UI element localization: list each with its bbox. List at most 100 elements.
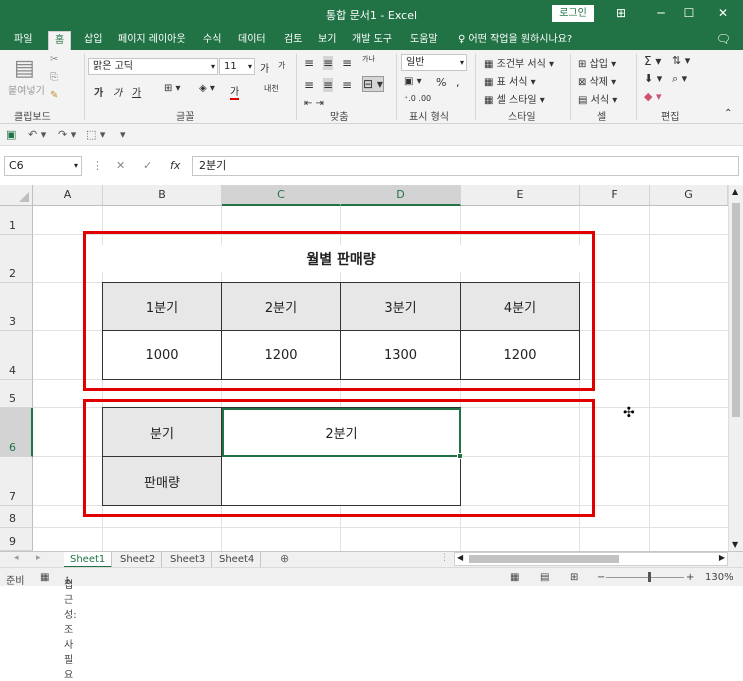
insert-function-button[interactable]: fx <box>170 159 180 172</box>
conditional-format-button[interactable]: ▦ 조건부 서식 ▾ <box>484 55 554 70</box>
undo-icon[interactable]: ↶ ▾ <box>28 128 46 141</box>
zoom-level[interactable]: 130% <box>705 572 734 583</box>
comments-icon[interactable]: 🗨 <box>716 31 731 48</box>
horizontal-scrollbar[interactable]: ◀ ▶ <box>454 552 728 566</box>
scroll-left-icon[interactable]: ◀ <box>457 553 463 562</box>
font-size-select[interactable]: 11 ▾ <box>219 58 255 75</box>
font-color-button[interactable]: 가 <box>230 83 240 100</box>
sort-filter-icon[interactable]: ⇅ ▾ <box>672 54 690 67</box>
sheet-tab-4[interactable]: Sheet4 <box>213 552 262 568</box>
redo-icon[interactable]: ↷ ▾ <box>58 128 76 141</box>
format-cells-button[interactable]: ▤ 서식 ▾ <box>578 91 617 106</box>
scroll-thumb[interactable] <box>732 203 740 417</box>
format-painter-icon[interactable]: ✎ <box>50 90 58 101</box>
scroll-down-icon[interactable]: ▼ <box>732 540 738 549</box>
merge-center-icon[interactable]: ⊟ ▾ <box>362 76 384 92</box>
column-header-c[interactable]: C <box>222 185 341 206</box>
grow-font-button[interactable]: 가 <box>260 60 269 75</box>
zoom-slider-thumb[interactable] <box>648 572 651 582</box>
tab-home[interactable]: 홈 <box>48 31 72 50</box>
column-header-f[interactable]: F <box>580 185 650 206</box>
scroll-up-icon[interactable]: ▲ <box>732 187 738 196</box>
column-header-b[interactable]: B <box>103 185 222 206</box>
zoom-in-icon[interactable]: + <box>686 572 694 583</box>
percent-button[interactable]: % <box>436 76 446 89</box>
add-sheet-icon[interactable]: ⊕ <box>280 552 289 565</box>
indent-icon[interactable]: ⇤ ⇥ <box>304 98 324 109</box>
tab-data[interactable]: 데이터 <box>236 31 268 50</box>
scroll-thumb[interactable] <box>469 555 619 563</box>
tab-file[interactable]: 파일 <box>12 31 34 50</box>
login-button[interactable]: 로그인 <box>552 5 594 22</box>
maximize-button[interactable]: ☐ <box>678 4 700 22</box>
cut-icon[interactable]: ✂ <box>50 54 58 65</box>
macro-record-icon[interactable]: ▦ <box>40 572 49 583</box>
currency-icon[interactable]: ▣ ▾ <box>404 76 422 87</box>
italic-button[interactable]: 가 <box>113 84 122 99</box>
format-as-table-button[interactable]: ▦ 표 서식 ▾ <box>484 73 536 88</box>
customize-toolbar-icon[interactable]: ▾ <box>120 128 126 141</box>
row-header-5[interactable]: 5 <box>0 380 33 408</box>
name-box[interactable]: C6 ▾ <box>4 156 82 176</box>
tell-me-search[interactable]: ♀ 어떤 작업을 원하시나요? <box>458 31 572 48</box>
zoom-slider-track[interactable] <box>606 577 684 578</box>
ribbon-options-icon[interactable]: ⊞ <box>610 4 632 22</box>
tab-help[interactable]: 도움말 <box>408 31 440 50</box>
fill-color-icon[interactable]: ◈ ▾ <box>199 83 215 94</box>
paste-button[interactable]: 붙여넣기 <box>8 82 45 97</box>
tab-view[interactable]: 보기 <box>316 31 338 50</box>
row-header-3[interactable]: 3 <box>0 283 33 331</box>
sheet-tab-2[interactable]: Sheet2 <box>114 552 163 568</box>
enter-icon[interactable]: ✓ <box>143 159 152 172</box>
border-icon[interactable]: ⊞ ▾ <box>164 83 181 94</box>
row-header-9[interactable]: 9 <box>0 528 33 551</box>
fill-icon[interactable]: ⬇ ▾ <box>644 72 662 85</box>
row-header-4[interactable]: 4 <box>0 331 33 380</box>
column-header-d[interactable]: D <box>341 185 461 206</box>
sheet-tab-3[interactable]: Sheet3 <box>164 552 213 568</box>
row-header-2[interactable]: 2 <box>0 235 33 283</box>
row-header-8[interactable]: 8 <box>0 506 33 528</box>
collapse-ribbon-icon[interactable]: ⌃ <box>724 108 732 119</box>
split-handle-icon[interactable]: ⋮ <box>440 553 449 563</box>
next-sheet-icon[interactable]: ▸ <box>36 553 41 563</box>
align-bottom-icon[interactable]: ≡ <box>342 56 352 70</box>
cell-styles-button[interactable]: ▦ 셀 스타일 ▾ <box>484 91 545 106</box>
font-name-select[interactable]: 맑은 고딕 ▾ <box>88 58 218 75</box>
tab-insert[interactable]: 삽입 <box>82 31 104 50</box>
zoom-out-icon[interactable]: − <box>597 572 605 583</box>
align-left-icon[interactable]: ≡ <box>304 78 314 92</box>
underline-button[interactable]: 가 <box>132 84 141 99</box>
vertical-scrollbar[interactable]: ▲ ▼ <box>728 185 743 551</box>
row-header-7[interactable]: 7 <box>0 457 33 506</box>
scroll-right-icon[interactable]: ▶ <box>719 553 725 562</box>
align-middle-icon[interactable]: ≡ <box>323 56 334 70</box>
number-format-select[interactable]: 일반 ▾ <box>401 54 467 71</box>
page-layout-view-icon[interactable]: ▤ <box>540 572 549 583</box>
normal-view-icon[interactable]: ▦ <box>510 572 519 583</box>
delete-cells-button[interactable]: ⊠ 삭제 ▾ <box>578 73 616 88</box>
tab-developer[interactable]: 개발 도구 <box>350 31 394 50</box>
comma-button[interactable]: , <box>456 76 460 89</box>
paste-icon[interactable]: ▤ <box>14 56 35 81</box>
sheet-tab-1[interactable]: Sheet1 <box>64 552 113 568</box>
align-right-icon[interactable]: ≡ <box>342 78 352 92</box>
prev-sheet-icon[interactable]: ◂ <box>14 553 19 563</box>
insert-cells-button[interactable]: ⊞ 삽입 ▾ <box>578 55 616 70</box>
wrap-text-button[interactable]: 가나 <box>362 54 375 64</box>
column-header-a[interactable]: A <box>33 185 103 206</box>
cancel-icon[interactable]: ✕ <box>116 159 125 172</box>
page-break-view-icon[interactable]: ⊞ <box>570 572 578 583</box>
selection-icon[interactable]: ⬚ ▾ <box>86 128 105 141</box>
autosum-icon[interactable]: Σ ▾ <box>644 54 661 68</box>
align-top-icon[interactable]: ≡ <box>304 56 314 70</box>
column-header-e[interactable]: E <box>461 185 580 206</box>
align-center-icon[interactable]: ≡ <box>323 78 334 92</box>
select-all-button[interactable] <box>0 185 33 206</box>
row-header-6[interactable]: 6 <box>0 408 33 457</box>
bold-button[interactable]: 가 <box>94 84 103 99</box>
phonetic-button[interactable]: 내천 <box>264 83 279 94</box>
copy-icon[interactable]: ⎘ <box>50 72 58 83</box>
save-icon[interactable]: ▣ <box>6 128 16 141</box>
clear-icon[interactable]: ◆ ▾ <box>644 90 661 103</box>
